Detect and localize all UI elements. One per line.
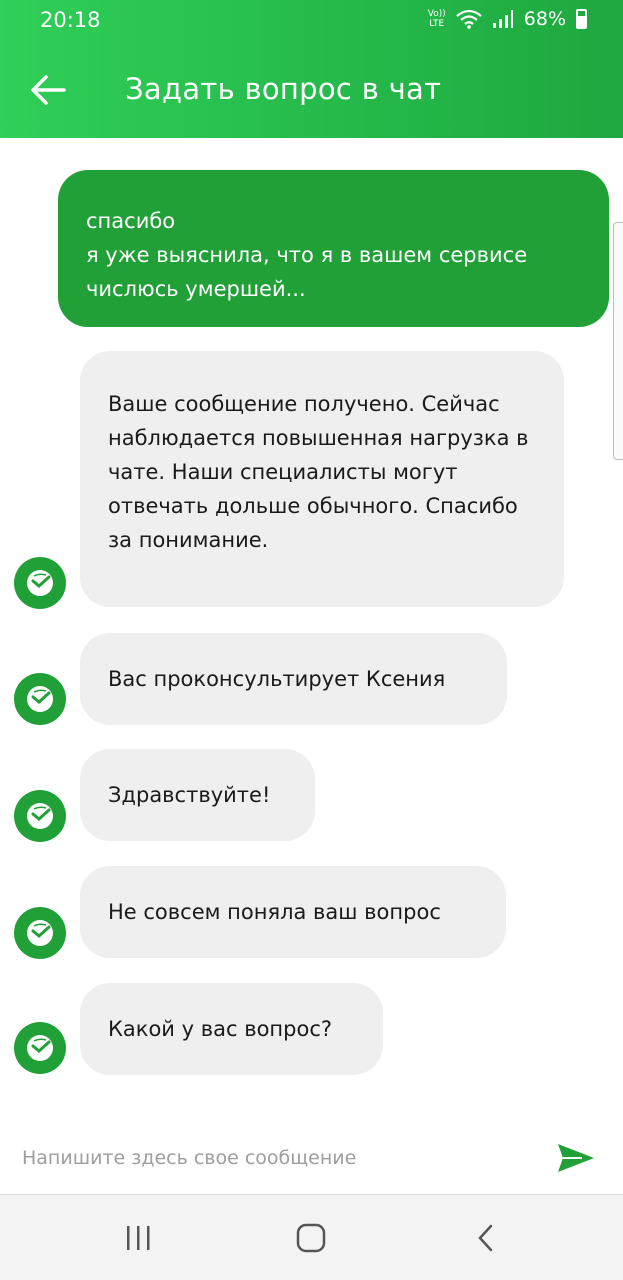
message-text: Не совсем поняла ваш вопрос [108,900,441,924]
battery-icon [576,9,587,29]
message-composer [0,1128,623,1194]
volte-icon: Vo)) LTE [427,9,446,29]
page-title: Задать вопрос в чат [125,72,442,106]
bot-avatar [14,673,66,725]
system-back-button[interactable] [462,1213,512,1263]
status-time: 20:18 [40,8,101,32]
scrollbar-thumb[interactable] [613,222,623,460]
incoming-message: Какой у вас вопрос? [80,983,383,1075]
incoming-message: Здравствуйте! [80,749,315,841]
message-line: я уже выяснила, что я в вашем сервисе [86,243,528,267]
incoming-message: Вас проконсультирует Ксения [80,633,507,725]
signal-icon [492,10,513,28]
arrow-left-icon [31,75,66,105]
home-button[interactable] [286,1213,336,1263]
app-bar: Задать вопрос в чат [0,42,623,138]
message-text: Вас проконсультирует Ксения [108,667,446,691]
wifi-icon [456,9,482,29]
battery-percent: 68% [523,8,566,30]
message-input[interactable] [22,1138,522,1178]
sber-logo-icon [27,1035,53,1061]
sber-logo-icon [27,920,53,946]
back-chevron-icon [478,1224,493,1252]
recents-icon [127,1226,150,1250]
status-icons: Vo)) LTE 68% [428,8,587,30]
status-bar: 20:18 Vo)) LTE 68% [0,0,623,42]
outgoing-message: спасибо я уже выяснила, что я в вашем се… [58,170,609,327]
message-line: спасибо [86,209,176,233]
bot-avatar [14,907,66,959]
message-text: Ваше сообщение получено. Сейчас наблюдае… [108,392,529,552]
top-bar: 20:18 Vo)) LTE 68% Задать вопрос в чат [0,0,623,138]
send-icon [558,1144,594,1172]
send-button[interactable] [554,1136,598,1180]
bot-avatar [14,790,66,842]
message-text: Здравствуйте! [108,783,271,807]
bot-avatar [14,557,66,609]
bot-avatar [14,1022,66,1074]
recents-button[interactable] [113,1213,163,1263]
chat-area[interactable]: спасибо я уже выяснила, что я в вашем се… [0,138,623,1128]
system-nav-bar [0,1194,623,1280]
incoming-message: Ваше сообщение получено. Сейчас наблюдае… [80,351,564,607]
message-line: числюсь умершей... [86,277,306,301]
sber-logo-icon [27,686,53,712]
back-button[interactable] [24,66,72,114]
sber-logo-icon [27,570,53,596]
message-text: Какой у вас вопрос? [108,1017,333,1041]
incoming-message: Не совсем поняла ваш вопрос [80,866,506,958]
home-icon [296,1223,326,1253]
sber-logo-icon [27,803,53,829]
